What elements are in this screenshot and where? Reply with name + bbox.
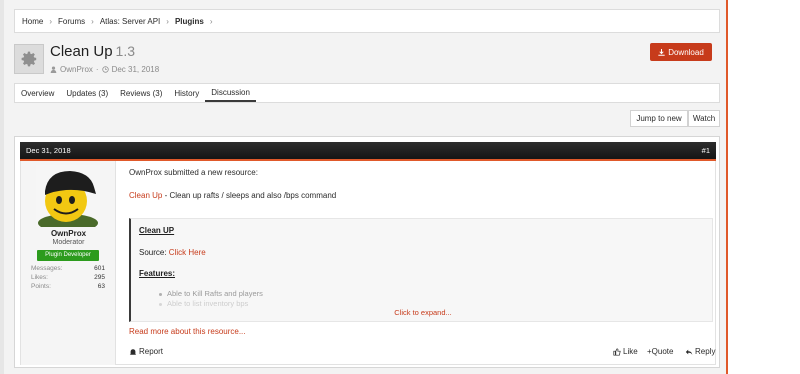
quote-source: Source: Click Here [139, 248, 206, 257]
report-label: Report [139, 347, 164, 356]
post-body: OwnProx Moderator Plugin Developer Messa… [20, 161, 716, 365]
user-icon [50, 66, 57, 73]
jump-to-new-button[interactable]: Jump to new [630, 110, 688, 127]
resource-name: Clean Up [50, 43, 113, 60]
stat-label: Points: [31, 283, 51, 290]
user-stats: Messages: 601 Likes: 295 Points: 63 [31, 265, 105, 292]
like-button[interactable]: Like [613, 347, 638, 356]
meta-separator: · [95, 65, 99, 74]
tab-updates[interactable]: Updates (3) [60, 84, 114, 102]
chevron-right-icon: › [209, 16, 213, 26]
resource-tabs: Overview Updates (3) Reviews (3) History… [14, 83, 720, 103]
chevron-right-icon: › [91, 16, 94, 26]
bullet-icon [159, 302, 162, 306]
thumbs-up-icon [613, 347, 621, 356]
right-edge [726, 0, 800, 374]
quote-heading: Clean UP [139, 226, 175, 235]
breadcrumb-home[interactable]: Home [22, 17, 43, 26]
feature-text: Able to list inventory bps [167, 299, 249, 308]
source-label: Source: [139, 248, 169, 257]
breadcrumb-forums[interactable]: Forums [58, 17, 85, 26]
download-label: Download [668, 47, 704, 57]
user-role: Moderator [52, 239, 85, 246]
main-content: Home › Forums › Atlas: Server API › Plug… [4, 0, 726, 374]
tab-reviews[interactable]: Reviews (3) [114, 84, 168, 102]
features-heading: Features: [139, 269, 176, 278]
watch-button[interactable]: Watch [688, 110, 720, 127]
tab-history[interactable]: History [168, 84, 205, 102]
feature-item: Able to list inventory bps [159, 299, 248, 308]
resource-meta: OwnProx · Dec 31, 2018 [50, 65, 159, 74]
chevron-right-icon: › [166, 16, 169, 26]
download-button[interactable]: Download [650, 43, 712, 61]
right-accent-line [726, 0, 728, 374]
like-label: Like [623, 347, 638, 356]
reply-icon [685, 349, 693, 355]
stat-points: Points: 63 [31, 283, 105, 292]
report-button[interactable]: Report [129, 347, 163, 356]
resource-date[interactable]: Dec 31, 2018 [112, 65, 160, 74]
source-link[interactable]: Click Here [169, 248, 206, 257]
clock-icon [101, 66, 109, 73]
user-panel: OwnProx Moderator Plugin Developer Messa… [21, 161, 116, 365]
feature-item: Able to Kill Rafts and players [159, 289, 263, 298]
download-icon [658, 48, 665, 56]
username[interactable]: OwnProx [21, 229, 116, 238]
gear-icon [14, 44, 44, 74]
resource-link[interactable]: Clean Up [129, 191, 162, 200]
bell-icon [129, 348, 137, 355]
stat-value: 295 [94, 274, 105, 281]
quote-block: Clean UP Source: Click Here Features: Ab… [129, 218, 713, 322]
breadcrumb-atlas[interactable]: Atlas: Server API [100, 17, 160, 26]
reply-label: Reply [695, 347, 716, 356]
stat-label: Likes: [31, 274, 48, 281]
stat-messages: Messages: 601 [31, 265, 105, 274]
reply-button[interactable]: Reply [685, 347, 715, 356]
resource-description: - Clean up rafts / sleeps and also /bps … [162, 191, 337, 200]
breadcrumb: Home › Forums › Atlas: Server API › Plug… [14, 9, 720, 33]
chevron-right-icon: › [49, 16, 53, 26]
breadcrumb-plugins[interactable]: Plugins [175, 17, 204, 26]
resource-title: Clean Up 1.3 [50, 43, 135, 60]
user-badge: Plugin Developer [37, 250, 99, 261]
resource-header: Clean Up 1.3 OwnProx · Dec 31, 2018 Downl… [14, 42, 720, 80]
resource-author[interactable]: OwnProx [60, 65, 93, 74]
tab-discussion[interactable]: Discussion [205, 84, 256, 102]
avatar[interactable] [36, 165, 100, 232]
resource-version: 1.3 [115, 43, 136, 59]
feature-text: Able to Kill Rafts and players [167, 289, 263, 298]
stat-likes: Likes: 295 [31, 274, 105, 283]
resource-line: Clean Up - Clean up rafts / sleeps and a… [129, 191, 336, 200]
read-more-link[interactable]: Read more about this resource... [129, 327, 246, 336]
tab-overview[interactable]: Overview [15, 84, 60, 102]
post-date[interactable]: Dec 31, 2018 [26, 146, 71, 155]
post-number[interactable]: #1 [702, 146, 710, 155]
quote-button[interactable]: +Quote [647, 347, 673, 356]
stat-label: Messages: [31, 265, 63, 272]
stat-value[interactable]: 63 [98, 283, 105, 292]
post-header: Dec 31, 2018 #1 [20, 142, 716, 161]
post: Dec 31, 2018 #1 OwnProx Moderator Plugin… [14, 136, 720, 368]
bullet-icon [159, 292, 162, 296]
stat-value[interactable]: 601 [94, 265, 105, 274]
expand-link[interactable]: Click to expand... [131, 308, 715, 317]
post-intro: OwnProx submitted a new resource: [129, 168, 258, 177]
